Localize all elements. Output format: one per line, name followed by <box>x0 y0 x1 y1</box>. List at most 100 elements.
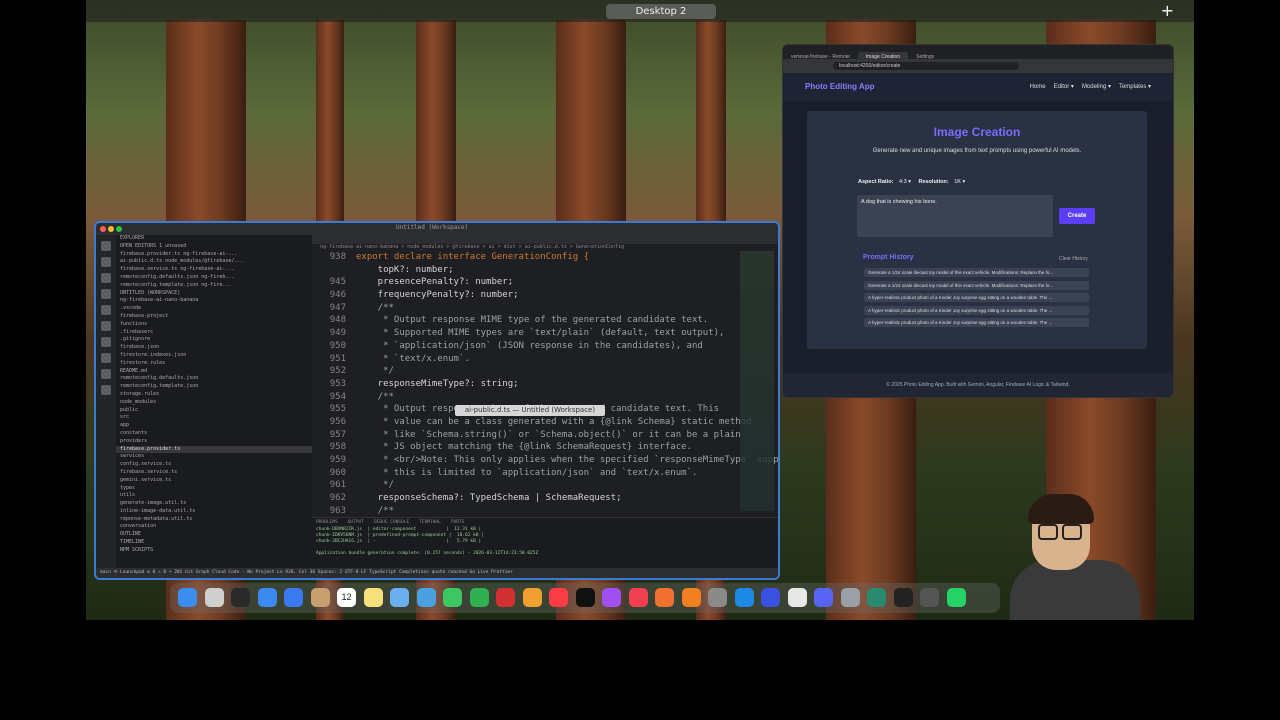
explorer-item[interactable]: firebase.service.ts <box>116 469 312 477</box>
explorer-item[interactable]: app <box>116 422 312 430</box>
explorer-item[interactable]: ng-firebase-ai-nano-banana <box>116 297 312 305</box>
dock-app-icon[interactable] <box>787 588 807 607</box>
explorer-item[interactable]: storage.rules <box>116 391 312 399</box>
explorer-item[interactable]: functions <box>116 321 312 329</box>
dock-app-icon[interactable] <box>390 588 409 607</box>
minimize-window-button[interactable] <box>108 226 114 232</box>
dock-app-icon[interactable] <box>284 588 303 607</box>
explorer-item[interactable]: TIMELINE <box>116 539 312 547</box>
panel-tab[interactable]: OUTPUT <box>348 520 364 525</box>
explorer-item[interactable]: EXPLORER <box>116 235 312 243</box>
history-item[interactable]: Generate a 1/24 scale diecast toy model … <box>864 268 1089 277</box>
dock-app-icon[interactable] <box>761 588 780 607</box>
gemini-icon[interactable] <box>101 353 111 363</box>
explorer-item[interactable]: remoteconfig.defaults.json <box>116 375 312 383</box>
explorer-item[interactable]: firestore.indexes.json <box>116 352 312 360</box>
dock-app-icon[interactable] <box>893 588 913 607</box>
explorer-item[interactable]: types <box>116 485 312 493</box>
explorer-item[interactable]: README.md <box>116 368 312 376</box>
dock-app-icon[interactable] <box>628 588 648 607</box>
code-editor[interactable]: 938 export declare interface GenerationCo… <box>312 251 778 529</box>
explorer-item[interactable]: NPM SCRIPTS <box>116 547 312 555</box>
history-item[interactable]: Generate a 1/24 scale diecast toy model … <box>864 280 1089 290</box>
dock-app-icon[interactable] <box>310 588 330 607</box>
explorer-item[interactable]: utils <box>116 492 312 500</box>
explorer-item[interactable]: src <box>116 414 312 422</box>
history-item[interactable]: A hyper-realistic product photo of a Kin… <box>864 305 1089 315</box>
desktop-space-label[interactable]: Desktop 2 <box>606 4 716 19</box>
explorer-item[interactable]: ai-public.d.ts node_modules/@firebase/..… <box>116 258 312 266</box>
dock-app-icon[interactable] <box>443 588 462 607</box>
dock-app-icon[interactable] <box>734 588 754 607</box>
dock-app-icon[interactable] <box>575 588 595 607</box>
add-desktop-button[interactable]: + <box>1161 1 1174 20</box>
dock-app-icon[interactable] <box>496 588 515 607</box>
resolution-select[interactable]: 1K <box>954 179 961 185</box>
close-window-button[interactable] <box>100 226 106 232</box>
dock-app-icon[interactable] <box>231 588 250 607</box>
dock-app-icon[interactable] <box>257 588 277 607</box>
dock-app-icon[interactable] <box>946 588 966 607</box>
dock-app-icon[interactable] <box>178 588 197 607</box>
dock-app-icon[interactable] <box>867 588 886 607</box>
dock-app-icon[interactable] <box>681 588 701 607</box>
explorer-item[interactable]: services <box>116 453 312 461</box>
dock-app-icon[interactable] <box>602 588 621 607</box>
source-control-icon[interactable] <box>101 273 111 283</box>
explorer-item[interactable]: .vscode <box>116 305 312 313</box>
explorer-item[interactable]: firestore.rules <box>116 360 312 368</box>
explorer-item[interactable]: reponse-metadata.util.ts <box>116 516 312 524</box>
status-bar[interactable]: main ⟲ Launchpad ⊗ 0 ⚠ 0 ⑂ 285 Git Graph… <box>96 568 778 578</box>
remote-explorer-icon[interactable] <box>101 321 111 331</box>
nav-menu-item[interactable]: Modeling ▾ <box>1082 84 1111 90</box>
dock-app-icon[interactable] <box>549 588 568 607</box>
explorer-item[interactable]: node_modules <box>116 399 312 407</box>
dock-app-icon[interactable] <box>416 588 436 607</box>
search-icon[interactable] <box>101 257 111 267</box>
minimap[interactable] <box>740 251 774 511</box>
explorer-item[interactable]: firebase.provider.ts ng-firebase-ai-... <box>116 251 312 259</box>
explorer-item[interactable]: UNTITLED (WORKSPACE) <box>116 290 312 298</box>
explorer-item[interactable]: remoteconfig.template.json <box>116 383 312 391</box>
dock-app-icon[interactable] <box>708 588 727 607</box>
nav-menu-item[interactable]: Editor ▾ <box>1054 84 1074 90</box>
account-icon[interactable] <box>101 385 111 395</box>
dock-app-icon[interactable] <box>469 588 489 607</box>
maximize-window-button[interactable] <box>116 226 122 232</box>
panel-tab[interactable]: PROBLEMS <box>316 520 338 525</box>
panel-tab[interactable]: TERMINAL <box>419 520 441 525</box>
explorer-item[interactable]: firebase.json <box>116 344 312 352</box>
explorer-item[interactable]: firebase-project <box>116 313 312 321</box>
explorer-item[interactable]: .firebaserc <box>116 329 312 337</box>
explorer-item[interactable]: config.service.ts <box>116 461 312 469</box>
extensions-icon[interactable] <box>101 305 111 315</box>
explorer-item[interactable]: inline-image-data.util.ts <box>116 508 312 516</box>
dock-app-icon[interactable] <box>522 588 542 607</box>
address-bar[interactable]: localhost:4200/editor/create <box>833 62 1019 70</box>
explorer-item[interactable]: firebase.service.ts ng-firebase-ai-... <box>116 266 312 274</box>
panel-tab[interactable]: PORTS <box>451 520 465 525</box>
explorer-item[interactable]: OPEN EDITORS 1 unsaved <box>116 243 312 251</box>
history-item[interactable]: A hyper-realistic product photo of a Kin… <box>864 293 1089 303</box>
nav-menu-item[interactable]: Home <box>1030 84 1046 90</box>
nav-menu-item[interactable]: Templates ▾ <box>1119 84 1151 90</box>
clear-history-button[interactable]: Clear History <box>1059 256 1088 262</box>
dock-app-icon[interactable] <box>655 588 674 607</box>
dock-app-icon[interactable] <box>840 588 860 607</box>
explorer-item[interactable]: remoteconfig.defaults.json ng-fireb... <box>116 274 312 282</box>
explorer-item[interactable]: remoteconfig.template.json ng-fire... <box>116 282 312 290</box>
explorer-icon[interactable] <box>101 241 111 251</box>
prompt-textarea[interactable]: A dog that is chewing his bone. <box>857 195 1053 237</box>
dock-app-icon[interactable] <box>204 588 224 607</box>
explorer-item[interactable]: .gitignore <box>116 336 312 344</box>
explorer-item[interactable]: generate-image.util.ts <box>116 500 312 508</box>
explorer-item[interactable]: providers <box>116 438 312 446</box>
terminal-output[interactable]: chunk-DBVNR2IK.js | editor-component | 1… <box>312 527 778 557</box>
testing-icon[interactable] <box>101 337 111 347</box>
panel-tab[interactable]: DEBUG CONSOLE <box>374 520 409 525</box>
explorer-item[interactable]: conversation <box>116 523 312 531</box>
dock-app-icon[interactable] <box>920 588 939 607</box>
app-brand[interactable]: Photo Editing App <box>805 82 874 91</box>
docker-icon[interactable] <box>101 369 111 379</box>
explorer-item[interactable]: gemini.service.ts <box>116 477 312 485</box>
